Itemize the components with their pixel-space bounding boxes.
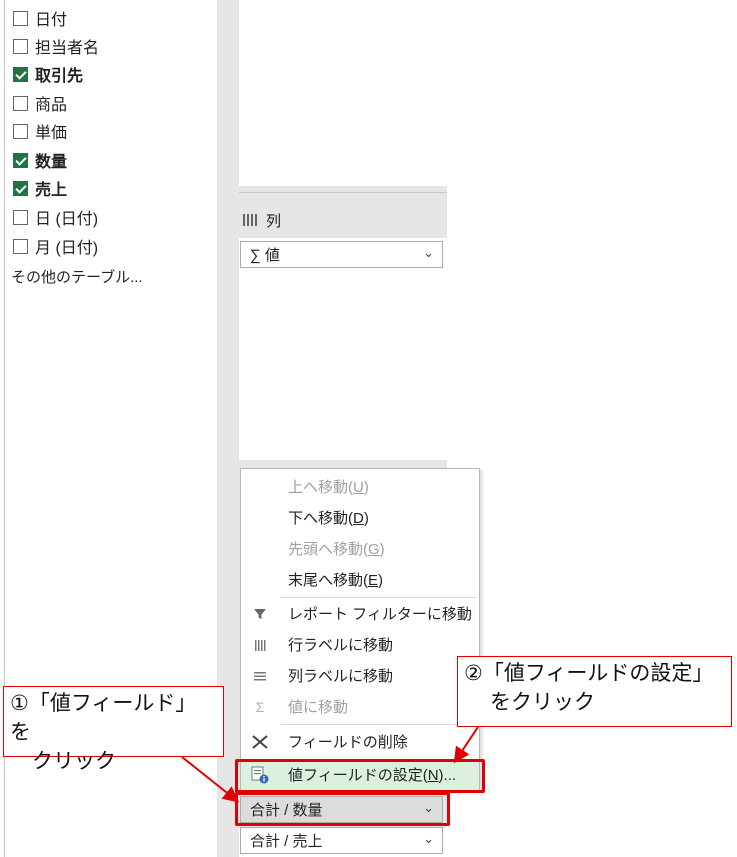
arrow-step1	[181, 756, 240, 803]
annotation-arrows	[181, 726, 479, 803]
arrow-step2	[453, 726, 479, 764]
